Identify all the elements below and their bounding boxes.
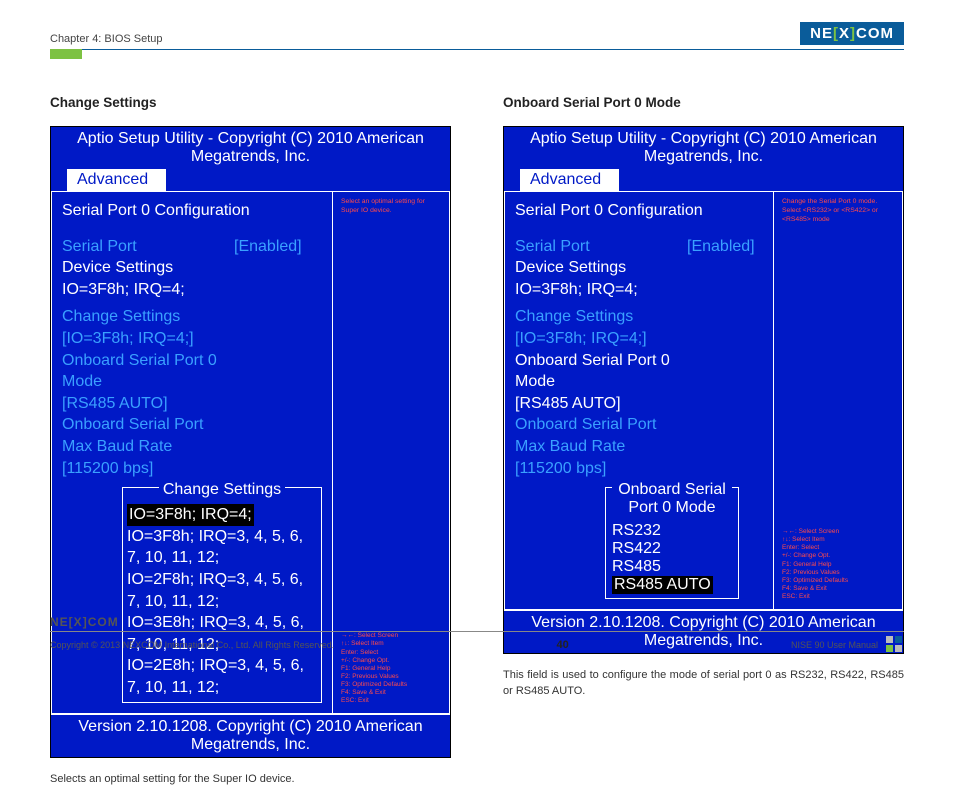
header-rule: [50, 49, 904, 50]
bios-panel-left: Aptio Setup Utility - Copyright (C) 2010…: [50, 126, 451, 758]
page-footer: NE[X]COM Copyright © 2013 NEXCOM Interna…: [50, 615, 904, 654]
change-settings-popup[interactable]: Change Settings IO=3F8h; IRQ=4; IO=3F8h;…: [122, 487, 322, 703]
popup-opt-4[interactable]: IO=2E8h; IRQ=3, 4, 5, 6, 7, 10, 11, 12;: [127, 655, 317, 698]
header-row: Chapter 4: BIOS Setup NE[X]COM: [50, 22, 904, 45]
left-section-title: Change Settings: [50, 95, 451, 110]
row-mode[interactable]: Onboard Serial Port 0 Mode[RS485 AUTO]: [62, 350, 322, 415]
page-number: 40: [556, 639, 568, 651]
left-column: Change Settings Aptio Setup Utility - Co…: [50, 95, 451, 788]
popup-opt-r1[interactable]: RS422: [612, 540, 732, 558]
mode-v: [RS485 AUTO]: [62, 393, 168, 415]
baud-k: Onboard Serial Port Max Baud Rate: [62, 414, 234, 457]
bios-title-right: Aptio Setup Utility - Copyright (C) 2010…: [504, 127, 903, 169]
row-baud[interactable]: Onboard Serial Port Max Baud Rate[115200…: [62, 414, 322, 479]
bios-footer-left: Version 2.10.1208. Copyright (C) 2010 Am…: [51, 714, 450, 757]
bios-help-right: Change the Serial Port 0 mode. Select <R…: [774, 191, 903, 610]
page: Chapter 4: BIOS Setup NE[X]COM Change Se…: [0, 0, 954, 672]
serial-port-v-r: [Enabled]: [687, 236, 755, 258]
serial-port-v: [Enabled]: [234, 236, 302, 258]
row-device-r: Device SettingsIO=3F8h; IRQ=4;: [515, 257, 763, 300]
footer-copyright: Copyright © 2013 NEXCOM International Co…: [50, 640, 334, 650]
footer-rule: [50, 631, 904, 632]
right-section-title: Onboard Serial Port 0 Mode: [503, 95, 904, 110]
right-column: Onboard Serial Port 0 Mode Aptio Setup U…: [503, 95, 904, 788]
right-below-text: This field is used to configure the mode…: [503, 668, 904, 700]
popup-opt-r0[interactable]: RS232: [612, 522, 732, 540]
mode-v-r: [RS485 AUTO]: [515, 393, 621, 415]
row-change[interactable]: Change Settings[IO=3F8h; IRQ=4;]: [62, 306, 322, 349]
bios-main-right: Serial Port 0 Configuration Serial Port[…: [504, 191, 774, 610]
logo-text-pre: NE: [810, 25, 833, 42]
baud-k-r: Onboard Serial Port Max Baud Rate: [515, 414, 687, 457]
device-v: IO=3F8h; IRQ=4;: [62, 279, 185, 301]
popup-title-left: Change Settings: [159, 481, 285, 499]
green-tab: [50, 49, 82, 59]
change-v: [IO=3F8h; IRQ=4;]: [62, 328, 194, 350]
row-baud-r[interactable]: Onboard Serial Port Max Baud Rate[115200…: [515, 414, 763, 479]
change-k: Change Settings: [62, 306, 234, 328]
help-top-right: Change the Serial Port 0 mode. Select <R…: [782, 198, 894, 224]
popup-opt-2[interactable]: IO=2F8h; IRQ=3, 4, 5, 6, 7, 10, 11, 12;: [127, 569, 317, 612]
mode-k-r: Onboard Serial Port 0 Mode: [515, 350, 687, 393]
device-k-r: Device Settings: [515, 257, 687, 279]
chapter-label: Chapter 4: BIOS Setup: [50, 33, 163, 45]
bios-body-right: Serial Port 0 Configuration Serial Port[…: [504, 191, 903, 610]
tab-advanced[interactable]: Advanced: [67, 169, 166, 191]
serial-port-k: Serial Port: [62, 236, 234, 258]
mode-popup[interactable]: Onboard Serial Port 0 Mode RS232 RS422 R…: [605, 487, 739, 599]
bios-tabs-right: Advanced: [504, 169, 903, 191]
tab-spacer: [51, 169, 67, 191]
footer-logo-pre: NE: [50, 615, 69, 629]
left-below-text: Selects an optimal setting for the Super…: [50, 772, 451, 788]
footer-row: Copyright © 2013 NEXCOM International Co…: [50, 636, 904, 654]
footer-logo-post: COM: [88, 615, 119, 629]
baud-v-r: [115200 bps]: [515, 458, 606, 480]
device-v-r: IO=3F8h; IRQ=4;: [515, 279, 638, 301]
logo-text-post: COM: [856, 25, 894, 42]
change-k-r: Change Settings: [515, 306, 687, 328]
footer-logo-mid: X: [74, 615, 83, 629]
popup-opt-0[interactable]: IO=3F8h; IRQ=4;: [127, 504, 254, 526]
help-top-left: Select an optimal setting for Super IO d…: [341, 198, 441, 216]
popup-opt-1[interactable]: IO=3F8h; IRQ=3, 4, 5, 6, 7, 10, 11, 12;: [127, 526, 317, 569]
popup-title-right: Onboard Serial Port 0 Mode: [612, 481, 732, 517]
footer-logo: NE[X]COM: [50, 615, 904, 629]
row-mode-r[interactable]: Onboard Serial Port 0 Mode[RS485 AUTO]: [515, 350, 763, 415]
popup-opt-r3[interactable]: RS485 AUTO: [612, 576, 713, 594]
row-device: Device SettingsIO=3F8h; IRQ=4;: [62, 257, 322, 300]
row-change-r[interactable]: Change Settings[IO=3F8h; IRQ=4;]: [515, 306, 763, 349]
logo: NE[X]COM: [800, 22, 904, 45]
bios-panel-right: Aptio Setup Utility - Copyright (C) 2010…: [503, 126, 904, 654]
row-serial-port-r[interactable]: Serial Port[Enabled]: [515, 236, 763, 258]
logo-text-mid: X: [839, 25, 850, 42]
popup-opt-r2[interactable]: RS485: [612, 558, 732, 576]
bios-title-left: Aptio Setup Utility - Copyright (C) 2010…: [51, 127, 450, 169]
device-k: Device Settings: [62, 257, 234, 279]
footer-manual: NISE 90 User Manual: [791, 640, 878, 650]
tab-advanced-r[interactable]: Advanced: [520, 169, 619, 191]
row-serial-port[interactable]: Serial Port[Enabled]: [62, 236, 322, 258]
mode-k: Onboard Serial Port 0 Mode: [62, 350, 234, 393]
bios-tabs-left: Advanced: [51, 169, 450, 191]
change-v-r: [IO=3F8h; IRQ=4;]: [515, 328, 647, 350]
help-keys-right: →←: Select Screen ↑↓: Select Item Enter:…: [782, 528, 894, 601]
columns: Change Settings Aptio Setup Utility - Co…: [50, 95, 904, 788]
cfg-head-left: Serial Port 0 Configuration: [62, 200, 322, 222]
serial-port-k-r: Serial Port: [515, 236, 687, 258]
footer-squares-icon: [886, 636, 904, 654]
tab-spacer-r: [504, 169, 520, 191]
cfg-head-right: Serial Port 0 Configuration: [515, 200, 763, 222]
baud-v: [115200 bps]: [62, 458, 153, 480]
